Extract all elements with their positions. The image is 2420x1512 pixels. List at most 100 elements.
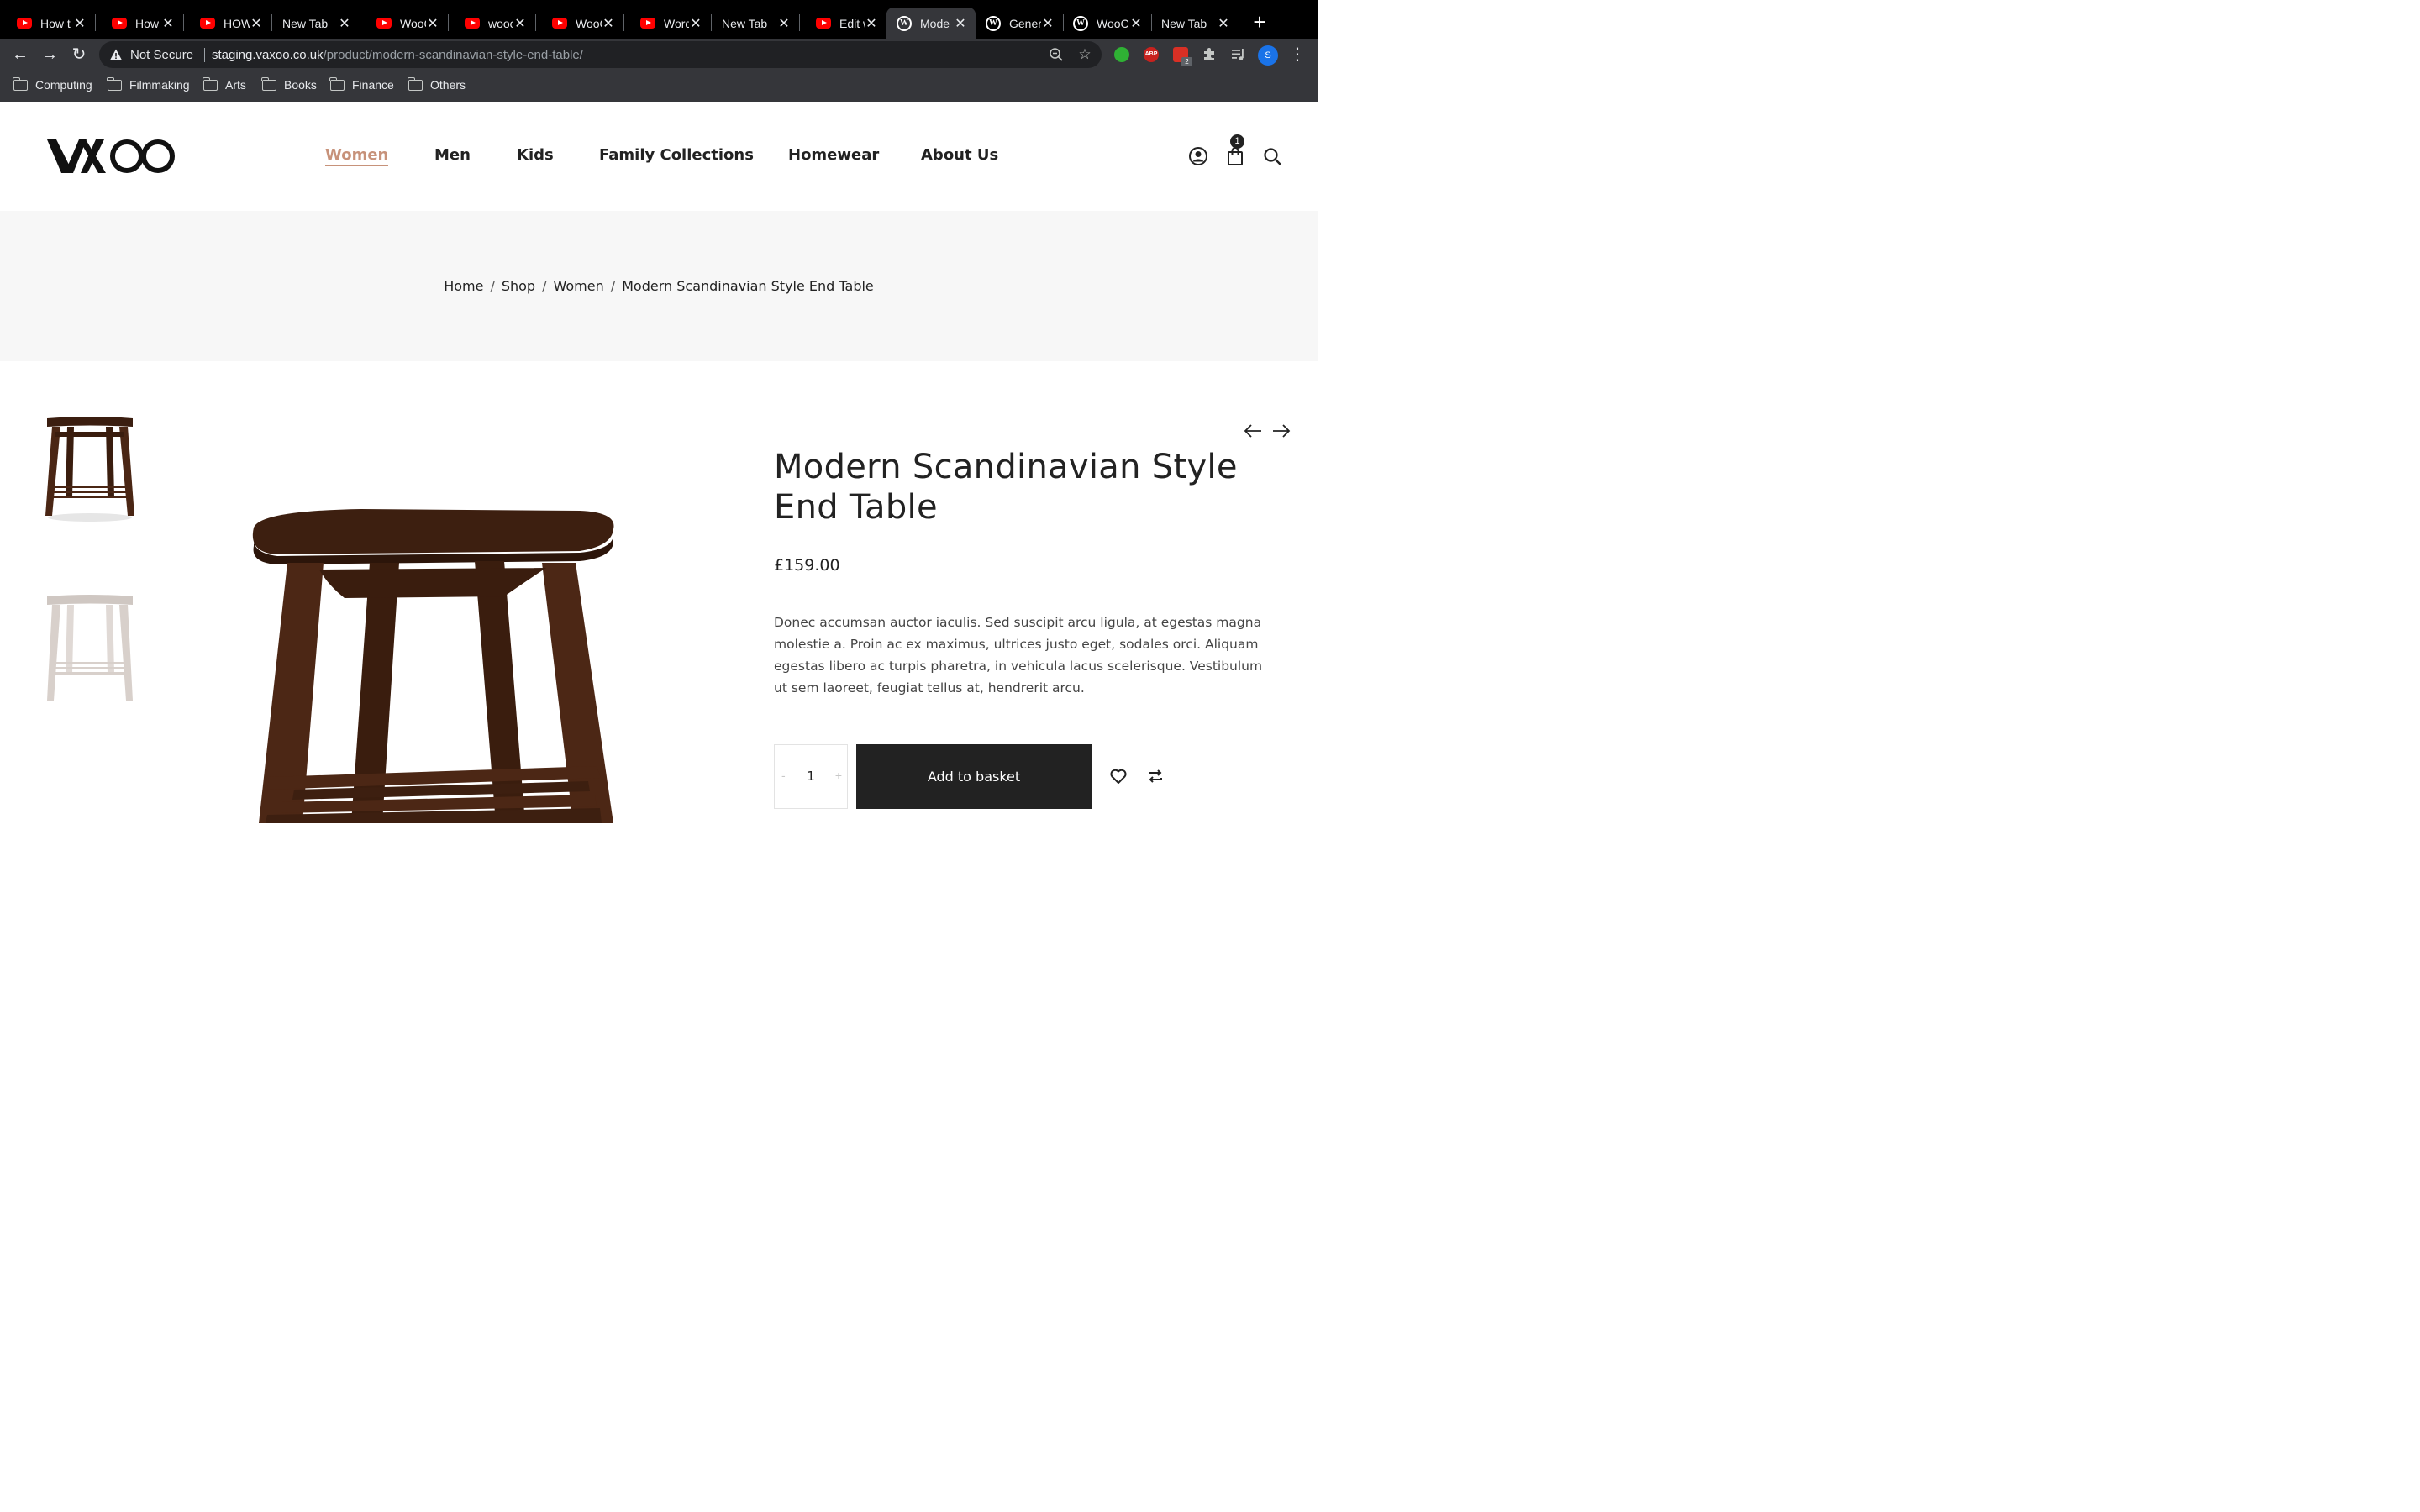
address-bar[interactable]: Not Secure staging.vaxoo.co.uk/product/m… xyxy=(99,41,1102,68)
browser-tab[interactable]: How t ✕ xyxy=(0,8,95,39)
close-icon[interactable]: ✕ xyxy=(513,15,527,32)
breadcrumb-separator: / xyxy=(490,278,495,294)
tab-title: Mode xyxy=(920,16,950,30)
close-icon[interactable]: ✕ xyxy=(161,15,175,32)
security-label[interactable]: Not Secure xyxy=(130,48,193,62)
add-to-basket-button[interactable]: Add to basket xyxy=(856,744,1092,809)
browser-tab[interactable]: Edit w ✕ xyxy=(799,8,886,39)
close-icon[interactable]: ✕ xyxy=(250,15,263,32)
browser-tab[interactable]: How T ✕ xyxy=(95,8,183,39)
product-thumbnail[interactable] xyxy=(42,593,138,702)
wordpress-icon: W xyxy=(1073,15,1088,31)
browser-tab[interactable]: Word ✕ xyxy=(623,8,711,39)
url-host: staging.vaxoo.co.uk xyxy=(212,48,324,62)
breadcrumb-home[interactable]: Home xyxy=(444,278,483,294)
bookmark-label: Computing xyxy=(35,78,92,92)
extension-thumb-icon[interactable] xyxy=(1114,47,1129,62)
close-icon[interactable]: ✕ xyxy=(73,15,87,32)
close-icon[interactable]: ✕ xyxy=(1041,15,1055,32)
back-button[interactable]: ← xyxy=(10,45,30,65)
folder-icon xyxy=(408,76,423,91)
media-queue-icon[interactable] xyxy=(1230,46,1247,63)
quantity-increase-button[interactable]: + xyxy=(835,769,842,782)
new-tab-button[interactable]: + xyxy=(1249,11,1270,33)
cart-icon[interactable] xyxy=(1225,146,1245,166)
close-icon[interactable]: ✕ xyxy=(689,15,702,32)
previous-product-icon[interactable] xyxy=(1243,423,1263,439)
nav-kids[interactable]: Kids xyxy=(517,146,554,164)
close-icon[interactable]: ✕ xyxy=(865,15,878,32)
browser-tab[interactable]: W WooC ✕ xyxy=(1063,8,1151,39)
product-title: Modern Scandinavian Style End Table xyxy=(774,448,1238,527)
browser-tab[interactable]: WooC ✕ xyxy=(360,8,448,39)
browser-tab[interactable]: HOW ✕ xyxy=(183,8,271,39)
tab-title: HOW xyxy=(224,16,250,30)
bookmark-folder[interactable]: Finance xyxy=(329,76,394,92)
youtube-icon xyxy=(376,16,392,31)
product-main-image[interactable] xyxy=(244,504,622,823)
close-icon[interactable]: ✕ xyxy=(338,15,351,32)
close-icon[interactable]: ✕ xyxy=(1217,15,1230,32)
puzzle-icon[interactable] xyxy=(1201,46,1218,63)
nav-family-collections[interactable]: Family Collections xyxy=(599,146,754,164)
tab-title: New Tab xyxy=(1161,16,1207,30)
browser-tab[interactable]: New Tab ✕ xyxy=(1151,8,1239,39)
folder-icon xyxy=(13,76,28,91)
folder-icon xyxy=(261,76,276,91)
bookmark-label: Finance xyxy=(352,78,394,92)
site-logo[interactable] xyxy=(47,138,178,175)
profile-avatar[interactable]: S xyxy=(1258,45,1278,66)
folder-icon xyxy=(203,76,218,91)
menu-icon[interactable]: ⋮ xyxy=(1287,45,1307,65)
product-thumbnail-active[interactable] xyxy=(42,415,138,524)
browser-tab[interactable]: W Gener ✕ xyxy=(976,8,1063,39)
tab-title: How t xyxy=(40,16,71,30)
close-icon[interactable]: ✕ xyxy=(777,15,791,32)
browser-tab[interactable]: New Tab ✕ xyxy=(711,8,799,39)
browser-tab[interactable]: WooC ✕ xyxy=(535,8,623,39)
forward-button[interactable]: → xyxy=(39,45,60,65)
url-text[interactable]: staging.vaxoo.co.uk/product/modern-scand… xyxy=(212,48,583,62)
bookmark-folder[interactable]: Filmmaking xyxy=(107,76,190,92)
browser-toolbar: ← → ↻ Not Secure staging.vaxoo.co.uk/pro… xyxy=(0,39,1318,71)
zoom-icon[interactable] xyxy=(1047,45,1065,64)
extension-badge: 2 xyxy=(1181,57,1192,66)
nav-about-us[interactable]: About Us xyxy=(921,146,998,164)
bookmark-folder[interactable]: Computing xyxy=(13,76,92,92)
youtube-icon xyxy=(17,16,32,31)
close-icon[interactable]: ✕ xyxy=(1129,15,1143,32)
breadcrumb-band: Home / Shop / Women / Modern Scandinavian Styl… xyxy=(0,211,1318,361)
close-icon[interactable]: ✕ xyxy=(954,15,967,32)
compare-icon[interactable] xyxy=(1146,767,1165,785)
browser-tab-strip: How t ✕ How T ✕ HOW ✕ New Tab ✕ WooC ✕ w… xyxy=(0,0,1318,39)
youtube-icon xyxy=(640,16,655,31)
reload-button[interactable]: ↻ xyxy=(69,45,89,65)
browser-tab-active[interactable]: W Mode ✕ xyxy=(886,8,976,39)
breadcrumb-shop[interactable]: Shop xyxy=(502,278,535,294)
close-icon[interactable]: ✕ xyxy=(602,15,615,32)
tab-title: Word xyxy=(664,16,689,30)
nav-homewear[interactable]: Homewear xyxy=(788,146,879,164)
breadcrumb: Home / Shop / Women / Modern Scandinavian Styl… xyxy=(0,278,1318,294)
youtube-icon xyxy=(816,16,831,31)
close-icon[interactable]: ✕ xyxy=(426,15,439,32)
next-product-icon[interactable] xyxy=(1271,423,1292,439)
breadcrumb-women[interactable]: Women xyxy=(553,278,603,294)
browser-tab[interactable]: wooc ✕ xyxy=(448,8,535,39)
product-description: Donec accumsan auctor iaculis. Sed susci… xyxy=(774,615,1263,696)
search-icon[interactable] xyxy=(1262,146,1282,166)
account-icon[interactable] xyxy=(1188,146,1208,166)
bookmark-folder[interactable]: Others xyxy=(408,76,466,92)
star-icon[interactable]: ☆ xyxy=(1076,45,1094,64)
adblock-icon[interactable]: ABP xyxy=(1144,47,1159,62)
bookmark-folder[interactable]: Arts xyxy=(203,76,246,92)
youtube-icon xyxy=(200,16,215,31)
bookmark-folder[interactable]: Books xyxy=(261,76,317,92)
breadcrumb-separator: / xyxy=(610,278,616,294)
youtube-icon xyxy=(465,16,480,31)
nav-men[interactable]: Men xyxy=(434,146,471,164)
heart-icon[interactable] xyxy=(1109,767,1128,785)
browser-tab[interactable]: New Tab ✕ xyxy=(271,8,360,39)
wordpress-icon: W xyxy=(897,15,912,31)
nav-women[interactable]: Women xyxy=(325,146,389,166)
